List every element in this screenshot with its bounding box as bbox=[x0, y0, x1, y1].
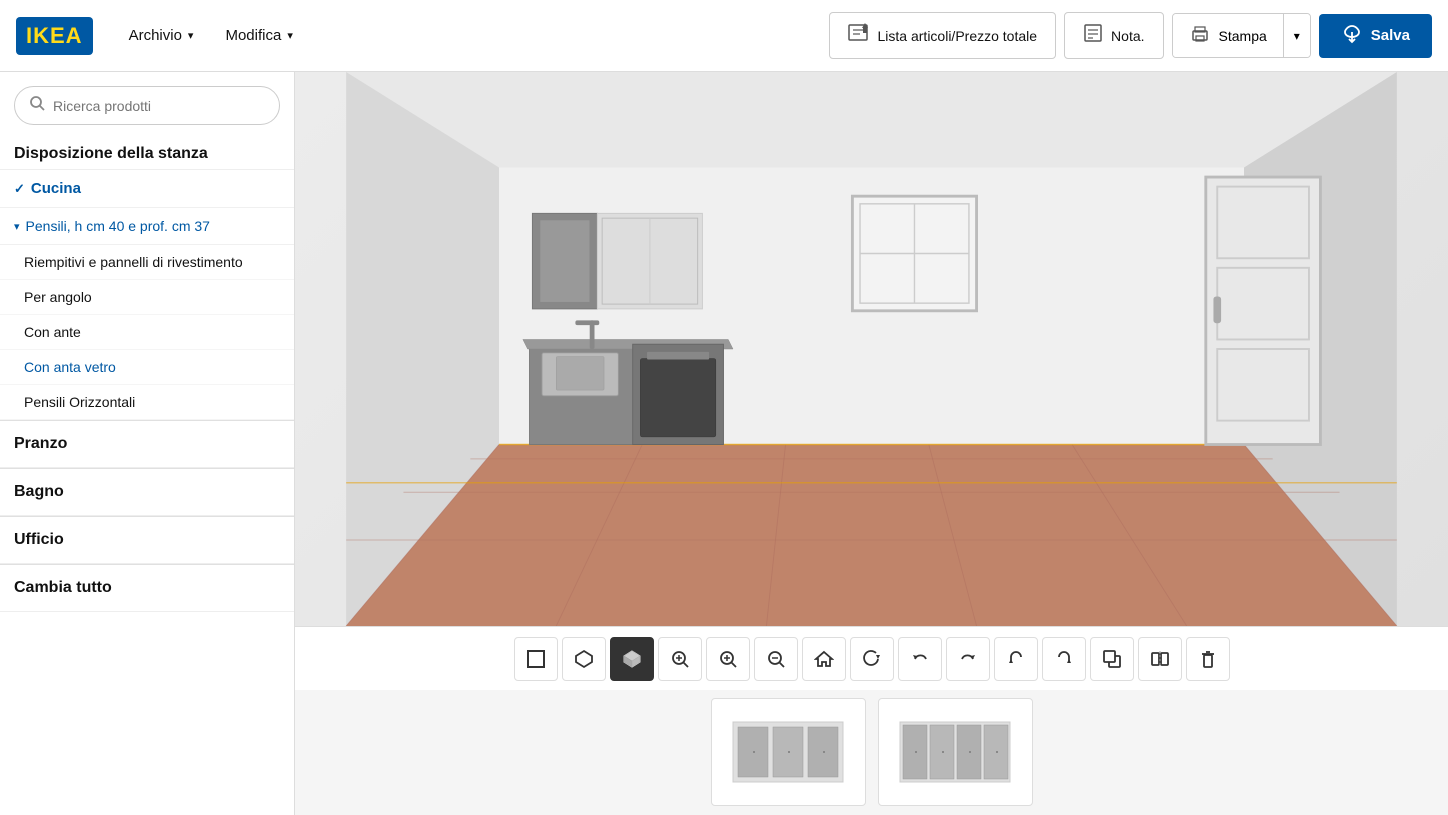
archivio-label: Archivio bbox=[129, 27, 182, 44]
2d-view-button[interactable] bbox=[514, 637, 558, 681]
salva-icon bbox=[1341, 24, 1363, 48]
copy-button[interactable] bbox=[1090, 637, 1134, 681]
room-svg bbox=[295, 72, 1448, 626]
modifica-chevron-icon: ▾ bbox=[287, 29, 293, 42]
lista-icon bbox=[848, 23, 870, 48]
sidebar-item-cambia-tutto[interactable]: Cambia tutto bbox=[0, 565, 294, 612]
3d-viewport[interactable] bbox=[295, 72, 1448, 626]
modifica-menu[interactable]: Modifica ▾ bbox=[213, 19, 304, 52]
lista-articoli-button[interactable]: Lista articoli/Prezzo totale bbox=[829, 12, 1057, 59]
search-input[interactable] bbox=[53, 98, 265, 114]
redo-button[interactable] bbox=[946, 637, 990, 681]
iso-view-button[interactable] bbox=[562, 637, 606, 681]
rotate-left-button[interactable] bbox=[994, 637, 1038, 681]
content-area bbox=[295, 72, 1448, 815]
subcat-per-angolo[interactable]: Per angolo bbox=[0, 280, 294, 315]
stampa-dropdown-button[interactable]: ▾ bbox=[1283, 14, 1310, 57]
stampa-dropdown-chevron-icon: ▾ bbox=[1294, 29, 1300, 43]
lista-label: Lista articoli/Prezzo totale bbox=[878, 28, 1038, 44]
toolbar bbox=[295, 626, 1448, 690]
rotate-cw-button[interactable] bbox=[850, 637, 894, 681]
subcat-pensili-orizzontali[interactable]: Pensili Orizzontali bbox=[0, 385, 294, 420]
zoom-in-button[interactable] bbox=[706, 637, 750, 681]
subcat-con-ante[interactable]: Con ante bbox=[0, 315, 294, 350]
sidebar: Disposizione della stanza ✓ Cucina ▾ Pen… bbox=[0, 72, 295, 815]
nota-button[interactable]: Nota. bbox=[1064, 12, 1163, 59]
search-icon bbox=[29, 95, 45, 116]
subcategory-label: Pensili, h cm 40 e prof. cm 37 bbox=[26, 218, 210, 234]
zoom-out-button[interactable] bbox=[754, 637, 798, 681]
stampa-group: Stampa ▾ bbox=[1172, 13, 1311, 58]
subcategory-header[interactable]: ▾ Pensili, h cm 40 e prof. cm 37 bbox=[0, 208, 294, 245]
subcat-con-anta-vetro[interactable]: Con anta vetro bbox=[0, 350, 294, 385]
room-layout-title: Disposizione della stanza bbox=[0, 135, 294, 170]
archivio-chevron-icon: ▾ bbox=[188, 29, 194, 42]
thumbnail-1[interactable] bbox=[711, 698, 866, 806]
nota-icon bbox=[1083, 23, 1103, 48]
mirror-button[interactable] bbox=[1138, 637, 1182, 681]
stampa-button[interactable]: Stampa bbox=[1173, 14, 1283, 57]
sidebar-item-ufficio[interactable]: Ufficio bbox=[0, 517, 294, 564]
subcategory-container: Riempitivi e pannelli di rivestimento Pe… bbox=[0, 245, 294, 420]
modifica-label: Modifica bbox=[225, 27, 281, 44]
search-box[interactable] bbox=[14, 86, 280, 125]
main-layout: Disposizione della stanza ✓ Cucina ▾ Pen… bbox=[0, 72, 1448, 815]
sidebar-item-cucina[interactable]: ✓ Cucina bbox=[0, 170, 294, 208]
cucina-label: Cucina bbox=[31, 180, 81, 197]
thumbnails-bar bbox=[295, 690, 1448, 815]
undo-button[interactable] bbox=[898, 637, 942, 681]
sidebar-item-bagno[interactable]: Bagno bbox=[0, 469, 294, 516]
home-button[interactable] bbox=[802, 637, 846, 681]
cucina-check-icon: ✓ bbox=[14, 181, 25, 197]
delete-button[interactable] bbox=[1186, 637, 1230, 681]
rotate-right-button[interactable] bbox=[1042, 637, 1086, 681]
thumb-img-1 bbox=[712, 699, 865, 805]
salva-label: Salva bbox=[1371, 27, 1410, 44]
subcategory-expand-icon: ▾ bbox=[14, 220, 20, 233]
subcat-riempitivi[interactable]: Riempitivi e pannelli di rivestimento bbox=[0, 245, 294, 280]
room-scene bbox=[295, 72, 1448, 626]
archivio-menu[interactable]: Archivio ▾ bbox=[117, 19, 206, 52]
sidebar-item-pranzo[interactable]: Pranzo bbox=[0, 421, 294, 468]
3d-view-button[interactable] bbox=[610, 637, 654, 681]
thumb-img-2 bbox=[879, 699, 1032, 805]
ikea-logo: IKEA bbox=[16, 17, 93, 55]
zoom-fit-button[interactable] bbox=[658, 637, 702, 681]
stampa-label: Stampa bbox=[1219, 28, 1267, 44]
nota-label: Nota. bbox=[1111, 28, 1144, 44]
stampa-icon bbox=[1189, 24, 1211, 47]
salva-button[interactable]: Salva bbox=[1319, 14, 1432, 58]
sidebar-scroll: ✓ Cucina ▾ Pensili, h cm 40 e prof. cm 3… bbox=[0, 170, 294, 815]
thumbnail-2[interactable] bbox=[878, 698, 1033, 806]
top-navigation: IKEA Archivio ▾ Modifica ▾ Lista articol… bbox=[0, 0, 1448, 72]
